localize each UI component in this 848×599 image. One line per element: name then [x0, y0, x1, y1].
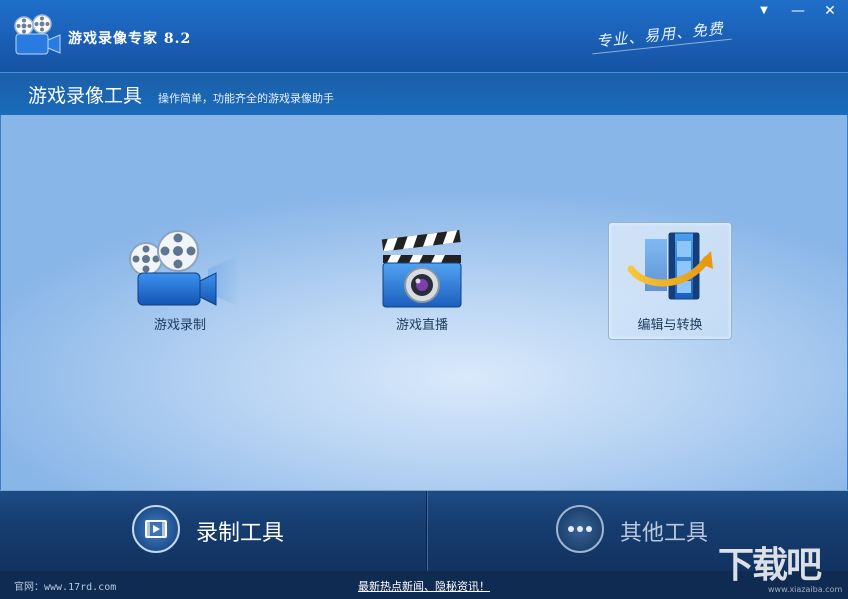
record-tools-label: 录制工具: [196, 521, 285, 546]
tool-game-record[interactable]: 游戏录制: [119, 223, 241, 339]
subheader-banner: 游戏录像工具 操作简单，功能齐全的游戏录像助手: [0, 72, 848, 116]
title-bar: 游戏录像专家 8.2 专业、易用、免费 ▼ — ✕: [0, 0, 848, 72]
section-title: 游戏录像工具: [28, 85, 143, 107]
film-icon: [132, 505, 180, 553]
app-logo-icon: [14, 14, 61, 55]
clapperboard-icon: [381, 230, 462, 308]
website-text: 官网：www.17rd.com: [14, 582, 117, 593]
watermark-logo: 下载吧: [718, 545, 822, 586]
film-convert-icon: [627, 232, 713, 300]
camera-reel-icon: [129, 230, 240, 307]
tool-label: 游戏录制: [153, 318, 206, 333]
news-link[interactable]: 最新热点新闻、隐秘资讯！: [358, 578, 490, 594]
tool-game-live[interactable]: 游戏直播: [361, 223, 483, 339]
section-description: 操作简单，功能齐全的游戏录像助手: [158, 92, 334, 105]
watermark-url: www.xiazaiba.com: [768, 585, 843, 594]
tool-label: 编辑与转换: [637, 318, 703, 333]
close-button[interactable]: ✕: [820, 2, 840, 20]
tools-panel: 游戏录制 游戏直播 编辑与转换: [0, 115, 848, 490]
other-tools-label: 其他工具: [620, 521, 709, 546]
tool-edit-convert[interactable]: 编辑与转换: [608, 222, 732, 340]
menu-dropdown-button[interactable]: ▼: [754, 2, 774, 20]
minimize-button[interactable]: —: [788, 2, 808, 20]
app-title: 游戏录像专家 8.2: [68, 31, 192, 47]
more-dots-icon: [556, 505, 604, 553]
tool-label: 游戏直播: [395, 318, 448, 333]
bottom-divider: [426, 491, 427, 572]
